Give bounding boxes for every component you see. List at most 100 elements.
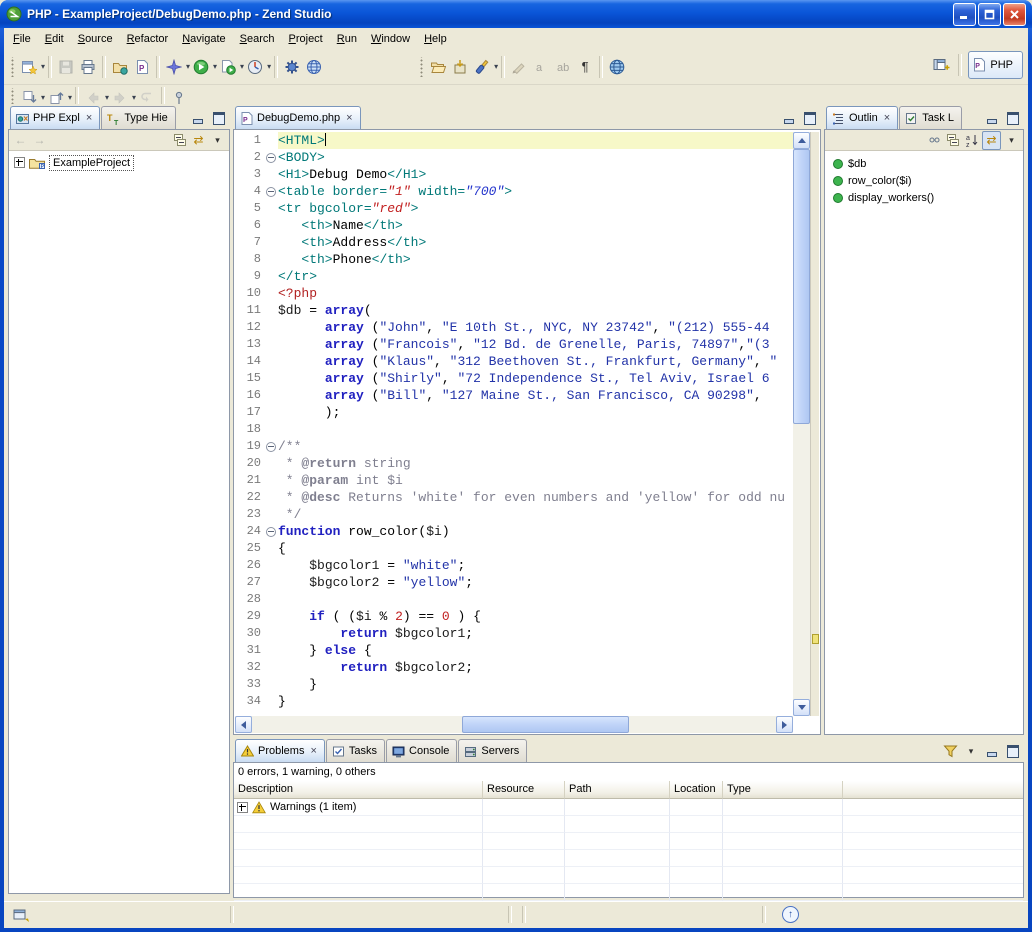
profile-button[interactable]	[244, 56, 266, 78]
horizontal-scroll-thumb[interactable]	[462, 716, 630, 733]
code-line-16[interactable]: 16 array ("Bill", "127 Maine St., San Fr…	[235, 387, 793, 404]
fold-collapse-icon[interactable]	[266, 442, 276, 452]
editor-vertical-scrollbar[interactable]	[793, 132, 810, 716]
code-line-1[interactable]: 1<HTML>	[235, 132, 793, 149]
code-line-3[interactable]: 3<H1>Debug Demo</H1>	[235, 166, 793, 183]
back-button[interactable]: ←	[12, 132, 29, 149]
maximize-editor-button[interactable]	[802, 111, 818, 125]
code-line-33[interactable]: 33 }	[235, 676, 793, 693]
open-perspective-button[interactable]	[930, 54, 952, 76]
outline-item[interactable]: $db	[825, 155, 1023, 172]
fold-collapse-icon[interactable]	[266, 187, 276, 197]
view-menu-icon[interactable]: ▾	[1003, 132, 1020, 149]
code-line-15[interactable]: 15 array ("Shirly", "72 Independence St.…	[235, 370, 793, 387]
tree-item-exampleproject[interactable]: P ExampleProject	[9, 154, 229, 171]
code-line-10[interactable]: 10<?php	[235, 285, 793, 302]
minimize-view-button[interactable]	[984, 111, 1000, 125]
code-line-14[interactable]: 14 array ("Klaus", "312 Beethoven St., F…	[235, 353, 793, 370]
menu-edit[interactable]: Edit	[38, 30, 71, 48]
search-dropdown-icon[interactable]: ▾	[494, 63, 498, 71]
code-line-9[interactable]: 9</tr>	[235, 268, 793, 285]
code-line-25[interactable]: 25{	[235, 540, 793, 557]
code-line-2[interactable]: 2<BODY>	[235, 149, 793, 166]
tab-close-icon[interactable]: ×	[84, 113, 92, 124]
maximize-window-button[interactable]	[978, 3, 1001, 26]
debug-button[interactable]	[163, 56, 185, 78]
scroll-down-button[interactable]	[793, 699, 810, 716]
column-header-location[interactable]: Location	[670, 781, 723, 799]
focus-button[interactable]	[925, 132, 942, 149]
tab-task-list[interactable]: Task L	[899, 106, 962, 129]
link-with-editor-button[interactable]: ⇄	[190, 132, 207, 149]
save-button[interactable]	[55, 56, 77, 78]
menu-run[interactable]: Run	[330, 30, 364, 48]
tab-debugdemo-php[interactable]: P DebugDemo.php ×	[235, 106, 361, 129]
tab-outline[interactable]: Outlin ×	[826, 106, 898, 129]
menu-file[interactable]: File	[6, 30, 38, 48]
new-php-project-button[interactable]	[109, 56, 131, 78]
annotate-pencil-button[interactable]	[508, 56, 530, 78]
sort-button[interactable]: az	[963, 132, 980, 149]
expand-icon[interactable]	[14, 157, 25, 168]
tab-console[interactable]: Console	[386, 739, 457, 762]
php-perspective-button[interactable]: P PHP	[968, 51, 1023, 79]
code-line-17[interactable]: 17 );	[235, 404, 793, 421]
code-line-27[interactable]: 27 $bgcolor2 = "yellow";	[235, 574, 793, 591]
new-wizard-dropdown-icon[interactable]: ▾	[41, 63, 45, 71]
code-line-6[interactable]: 6 <th>Name</th>	[235, 217, 793, 234]
code-line-18[interactable]: 18	[235, 421, 793, 438]
open-browser-button[interactable]	[606, 56, 628, 78]
menu-project[interactable]: Project	[282, 30, 330, 48]
code-line-13[interactable]: 13 array ("Francois", "12 Bd. de Grenell…	[235, 336, 793, 353]
scroll-left-button[interactable]	[235, 716, 252, 733]
open-resource-button[interactable]	[449, 56, 471, 78]
vertical-scroll-track[interactable]	[793, 149, 810, 699]
menu-navigate[interactable]: Navigate	[175, 30, 232, 48]
web-service-globe-button[interactable]	[303, 56, 325, 78]
code-line-5[interactable]: 5<tr bgcolor="red">	[235, 200, 793, 217]
format-element-button[interactable]: ab	[552, 56, 574, 78]
toolbar-drag-handle[interactable]	[11, 57, 15, 77]
code-line-34[interactable]: 34}	[235, 693, 793, 710]
code-line-21[interactable]: 21 * @param int $i	[235, 472, 793, 489]
outline-item[interactable]: display_workers()	[825, 189, 1023, 206]
column-header-type[interactable]: Type	[723, 781, 843, 799]
code-line-8[interactable]: 8 <th>Phone</th>	[235, 251, 793, 268]
collapse-all-button[interactable]	[171, 132, 188, 149]
code-line-32[interactable]: 32 return $bgcolor2;	[235, 659, 793, 676]
code-line-4[interactable]: 4<table border="1" width="700">	[235, 183, 793, 200]
web-service-gear-button[interactable]	[281, 56, 303, 78]
close-window-button[interactable]	[1003, 3, 1026, 26]
new-wizard-button[interactable]	[18, 56, 40, 78]
run-button[interactable]	[190, 56, 212, 78]
tab-servers[interactable]: Servers	[458, 739, 527, 762]
code-line-28[interactable]: 28	[235, 591, 793, 608]
menu-search[interactable]: Search	[233, 30, 282, 48]
previous-annotation-dropdown-icon[interactable]: ▾	[68, 94, 72, 102]
column-header-resource[interactable]: Resource	[483, 781, 565, 799]
code-line-11[interactable]: 11$db = array(	[235, 302, 793, 319]
tab-close-icon[interactable]: ×	[882, 113, 890, 124]
code-line-22[interactable]: 22 * @desc Returns 'white' for even numb…	[235, 489, 793, 506]
warning-marker-icon[interactable]	[812, 634, 819, 644]
editor-horizontal-scrollbar[interactable]	[235, 716, 793, 733]
code-line-19[interactable]: 19/**	[235, 438, 793, 455]
tab-problems[interactable]: Problems ×	[235, 739, 325, 762]
menu-source[interactable]: Source	[71, 30, 120, 48]
code-line-23[interactable]: 23 */	[235, 506, 793, 523]
maximize-view-button[interactable]	[211, 111, 227, 125]
overview-ruler[interactable]	[810, 132, 819, 716]
fold-collapse-icon[interactable]	[266, 527, 276, 537]
fast-view-button[interactable]	[9, 906, 33, 924]
code-line-29[interactable]: 29 if ( ($i % 2) == 0 ) {	[235, 608, 793, 625]
problems-row-warnings[interactable]: Warnings (1 item)	[234, 799, 1023, 816]
tab-close-icon[interactable]: ×	[308, 746, 316, 757]
link-with-editor-button[interactable]: ⇄	[982, 131, 1001, 150]
fold-collapse-icon[interactable]	[266, 153, 276, 163]
code-line-26[interactable]: 26 $bgcolor1 = "white";	[235, 557, 793, 574]
maximize-view-button[interactable]	[1005, 111, 1021, 125]
code-line-7[interactable]: 7 <th>Address</th>	[235, 234, 793, 251]
column-header-description[interactable]: Description	[234, 781, 483, 799]
filter-button[interactable]	[942, 744, 958, 758]
show-whitespace-button[interactable]: ¶	[574, 56, 596, 78]
